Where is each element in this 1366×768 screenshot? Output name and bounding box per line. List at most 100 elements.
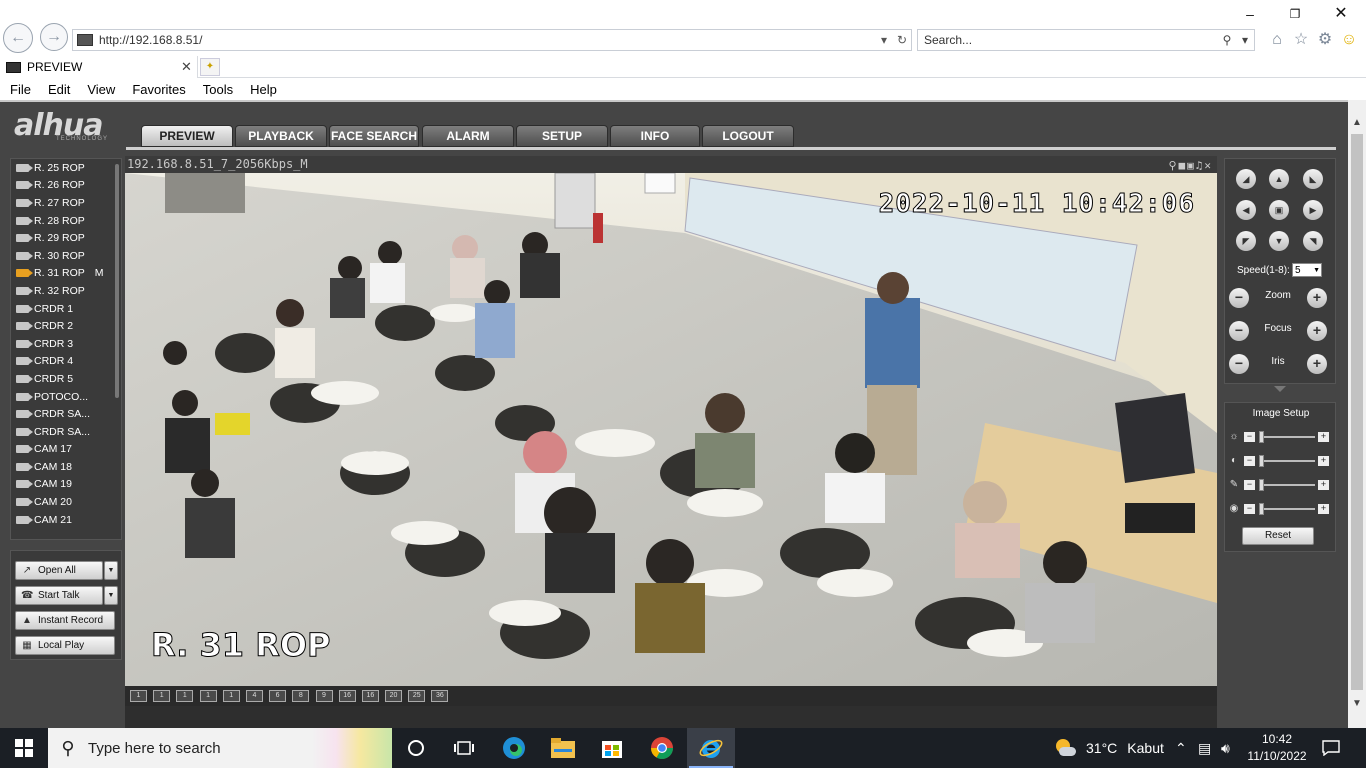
- close-video-icon[interactable]: ✕: [1204, 159, 1213, 172]
- split-mode-button[interactable]: 25: [408, 690, 426, 702]
- volume-icon[interactable]: 🔊︎: [1221, 728, 1230, 768]
- hue-plus-button[interactable]: +: [1318, 504, 1329, 514]
- back-button[interactable]: ←: [3, 23, 33, 53]
- ptz-up-button[interactable]: ▲: [1269, 169, 1289, 189]
- search-dropdown-icon[interactable]: ▾: [1236, 33, 1254, 47]
- camera-item[interactable]: CRDR SA...: [11, 423, 121, 441]
- edge-browser-icon[interactable]: [490, 728, 538, 768]
- focus-plus-button[interactable]: +: [1307, 321, 1327, 341]
- camera-item[interactable]: CAM 17: [11, 441, 121, 459]
- focus-minus-button[interactable]: −: [1229, 321, 1249, 341]
- forward-button[interactable]: →: [40, 23, 68, 51]
- scroll-thumb[interactable]: [1351, 134, 1363, 690]
- camera-item[interactable]: CAM 19: [11, 476, 121, 494]
- tab-alarm[interactable]: ALARM: [422, 125, 514, 147]
- camera-item[interactable]: CAM 18: [11, 458, 121, 476]
- tab-preview[interactable]: PREVIEW ✕: [0, 56, 198, 78]
- close-window-button[interactable]: ✕: [1329, 4, 1353, 24]
- minimize-button[interactable]: –: [1238, 4, 1262, 24]
- internet-explorer-icon[interactable]: [687, 728, 735, 768]
- ptz-up-left-button[interactable]: ◢: [1236, 169, 1256, 189]
- microsoft-store-icon[interactable]: [588, 728, 636, 768]
- record-icon[interactable]: ■: [1179, 159, 1188, 172]
- speed-select[interactable]: 5: [1292, 263, 1322, 277]
- zoom-out-button[interactable]: −: [1229, 288, 1249, 308]
- split-mode-button[interactable]: 20: [385, 690, 403, 702]
- split-mode-button[interactable]: 1: [199, 690, 217, 702]
- split-mode-button[interactable]: 8: [292, 690, 310, 702]
- brightness-minus-button[interactable]: −: [1244, 432, 1255, 442]
- ptz-down-right-button[interactable]: ◥: [1303, 231, 1323, 251]
- hue-minus-button[interactable]: −: [1244, 504, 1255, 514]
- settings-gear-icon[interactable]: ⚙: [1315, 30, 1335, 50]
- camera-item[interactable]: R. 32 ROP: [11, 282, 121, 300]
- search-box[interactable]: Search... ⚲ ▾: [917, 29, 1255, 51]
- split-mode-button[interactable]: 6: [269, 690, 287, 702]
- notifications-icon[interactable]: [1322, 728, 1340, 768]
- saturation-track[interactable]: [1259, 484, 1315, 486]
- show-hidden-icons-icon[interactable]: ⌃: [1175, 728, 1187, 768]
- brightness-slider[interactable]: [1259, 431, 1264, 443]
- menu-edit[interactable]: Edit: [48, 82, 70, 97]
- weather-widget[interactable]: 31°C Kabut: [1054, 728, 1164, 768]
- collapse-ptz-icon[interactable]: [1274, 386, 1286, 392]
- menu-tools[interactable]: Tools: [203, 82, 233, 97]
- camera-item[interactable]: R. 30 ROP: [11, 247, 121, 265]
- chrome-icon[interactable]: [638, 728, 686, 768]
- split-mode-button[interactable]: 1: [130, 690, 147, 702]
- contrast-plus-button[interactable]: +: [1318, 456, 1329, 466]
- zoom-in-button[interactable]: +: [1307, 288, 1327, 308]
- ptz-auto-button[interactable]: ▣: [1269, 200, 1289, 220]
- camera-item[interactable]: CRDR 2: [11, 317, 121, 335]
- ptz-right-button[interactable]: ▶: [1303, 200, 1323, 220]
- camera-item[interactable]: POTOCO...: [11, 388, 121, 406]
- reset-button[interactable]: Reset: [1242, 527, 1314, 545]
- address-dropdown-icon[interactable]: ▾: [875, 33, 893, 47]
- camera-item[interactable]: R. 29 ROP: [11, 229, 121, 247]
- brightness-plus-button[interactable]: +: [1318, 432, 1329, 442]
- system-clock[interactable]: 10:42 11/10/2022: [1244, 731, 1310, 765]
- instant-record-button[interactable]: ▲ Instant Record: [15, 611, 115, 630]
- tab-setup[interactable]: SETUP: [516, 125, 608, 147]
- split-mode-button[interactable]: 36: [431, 690, 449, 702]
- local-play-button[interactable]: ▦ Local Play: [15, 636, 115, 655]
- start-talk-dropdown-icon[interactable]: ▼: [104, 586, 118, 605]
- brightness-track[interactable]: [1259, 436, 1315, 438]
- saturation-minus-button[interactable]: −: [1244, 480, 1255, 490]
- zoom-digital-icon[interactable]: ⚲: [1168, 159, 1178, 172]
- contrast-minus-button[interactable]: −: [1244, 456, 1255, 466]
- camera-item[interactable]: CAM 21: [11, 511, 121, 529]
- snapshot-icon[interactable]: ▣: [1187, 159, 1196, 172]
- split-mode-button[interactable]: 16: [361, 690, 379, 702]
- split-mode-button[interactable]: 1: [153, 690, 171, 702]
- camera-item[interactable]: R. 31 ROP M: [11, 265, 121, 283]
- camera-item[interactable]: CRDR SA...: [11, 405, 121, 423]
- home-icon[interactable]: ⌂: [1267, 30, 1287, 50]
- start-button[interactable]: [0, 728, 48, 768]
- split-mode-button[interactable]: 9: [315, 690, 333, 702]
- address-bar[interactable]: http://192.168.8.51/ ▾ ↻: [72, 29, 912, 51]
- menu-view[interactable]: View: [87, 82, 115, 97]
- camera-item[interactable]: R. 28 ROP: [11, 212, 121, 230]
- scroll-up-icon[interactable]: ▲: [1348, 114, 1366, 132]
- hue-track[interactable]: [1259, 508, 1315, 510]
- open-all-button[interactable]: ↗ Open All ▼: [15, 561, 118, 580]
- split-mode-button[interactable]: 1: [222, 690, 240, 702]
- camera-item[interactable]: R. 27 ROP: [11, 194, 121, 212]
- smiley-feedback-icon[interactable]: ☺: [1339, 30, 1359, 50]
- hue-slider[interactable]: [1259, 503, 1264, 515]
- search-icon[interactable]: ⚲: [1218, 33, 1236, 47]
- saturation-plus-button[interactable]: +: [1318, 480, 1329, 490]
- menu-file[interactable]: File: [10, 82, 31, 97]
- restore-button[interactable]: ❐: [1283, 4, 1307, 24]
- ptz-down-left-button[interactable]: ◤: [1236, 231, 1256, 251]
- ptz-down-button[interactable]: ▼: [1269, 231, 1289, 251]
- contrast-slider[interactable]: [1259, 455, 1264, 467]
- start-talk-button[interactable]: ☎ Start Talk ▼: [15, 586, 118, 605]
- menu-favorites[interactable]: Favorites: [132, 82, 185, 97]
- iris-plus-button[interactable]: +: [1307, 354, 1327, 374]
- camera-item[interactable]: CRDR 4: [11, 353, 121, 371]
- camera-item[interactable]: R. 25 ROP: [11, 159, 121, 177]
- camera-item[interactable]: CRDR 3: [11, 335, 121, 353]
- cortana-icon[interactable]: [392, 728, 440, 768]
